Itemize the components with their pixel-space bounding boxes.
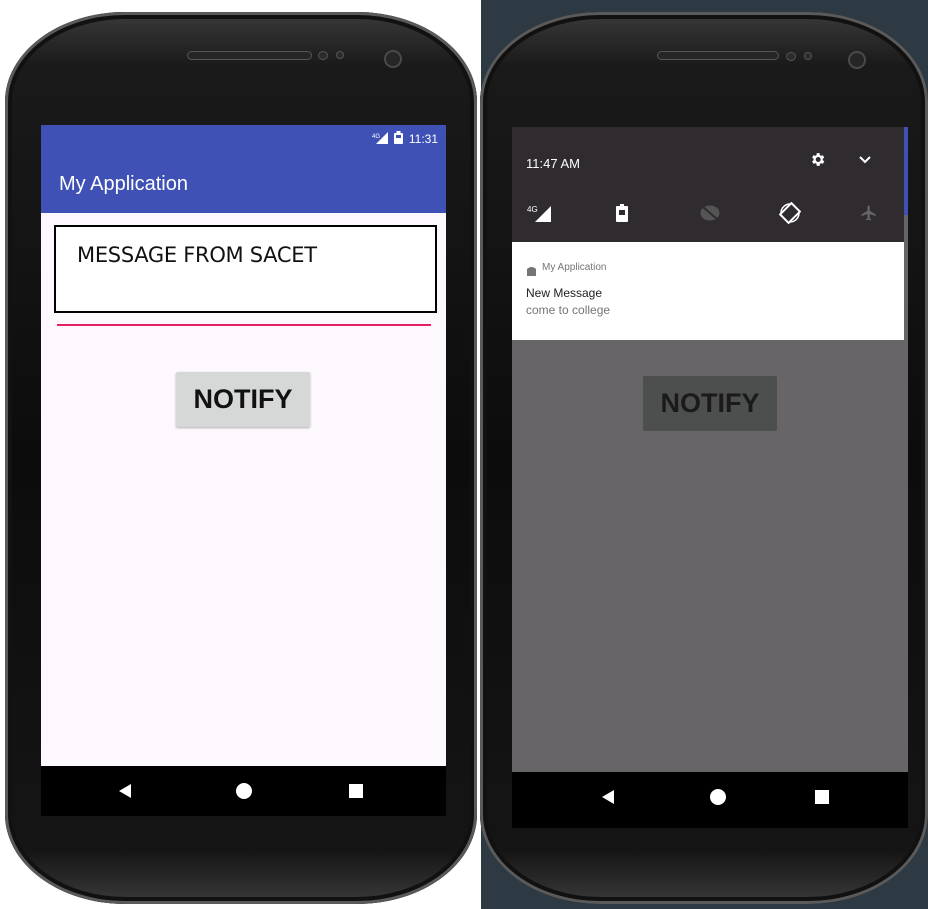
notify-button[interactable]: NOTIFY [176,372,310,427]
battery-saver-icon[interactable] [607,199,637,227]
svg-text:4G: 4G [372,134,380,140]
left-sensor-dot [318,51,328,60]
right-sensor-dot [786,52,796,61]
right-sensor-dot [804,52,812,60]
network-4g-icon[interactable]: 4G [524,199,554,227]
left-sensor-dot [336,51,344,59]
network-4g-icon: 4G [372,131,388,147]
notification-title: New Message [526,286,603,300]
home-icon[interactable] [224,766,264,816]
back-icon[interactable] [105,766,145,816]
left-screen: 4G 11:31 My Application MESSAGE FROM SAC… [41,125,446,766]
chevron-down-icon[interactable] [858,153,872,171]
clock: 11:31 [408,132,438,146]
message-input-value: MESSAGE FROM SACET [77,243,317,267]
app-title: My Application [59,173,188,195]
notification-card[interactable]: My Application New Message come to colle… [512,242,904,340]
recents-icon[interactable] [336,766,376,816]
home-icon[interactable] [698,772,738,822]
svg-text:4G: 4G [527,205,538,214]
auto-rotate-icon[interactable] [775,199,805,227]
gear-icon[interactable] [809,151,826,173]
notify-button-dimmed: NOTIFY [643,376,777,431]
airplane-mode-icon[interactable] [854,199,884,227]
right-front-camera [848,51,866,69]
recents-icon[interactable] [802,772,842,822]
battery-icon [393,131,403,147]
left-speaker-grille [187,51,312,60]
message-input[interactable]: MESSAGE FROM SACET [54,225,437,313]
right-navigation-bar [512,772,908,828]
app-bar-edge [904,127,908,215]
app-icon [526,263,537,281]
status-bar: 4G 11:31 [41,125,446,153]
input-underline [57,324,431,326]
notification-shade: 11:47 AM 4G [512,127,904,242]
app-bar: My Application [41,153,446,213]
left-front-camera [384,50,402,68]
notification-text: come to college [526,303,611,317]
do-not-disturb-icon[interactable] [695,199,725,227]
notification-app-name: My Application [542,262,607,273]
back-icon[interactable] [588,772,628,822]
quick-settings-row: 4G [512,193,904,233]
shade-time: 11:47 AM [526,156,580,171]
right-speaker-grille [657,51,779,60]
right-screen: 11:47 AM 4G My Application New Message c… [512,127,908,772]
left-navigation-bar [41,766,446,816]
